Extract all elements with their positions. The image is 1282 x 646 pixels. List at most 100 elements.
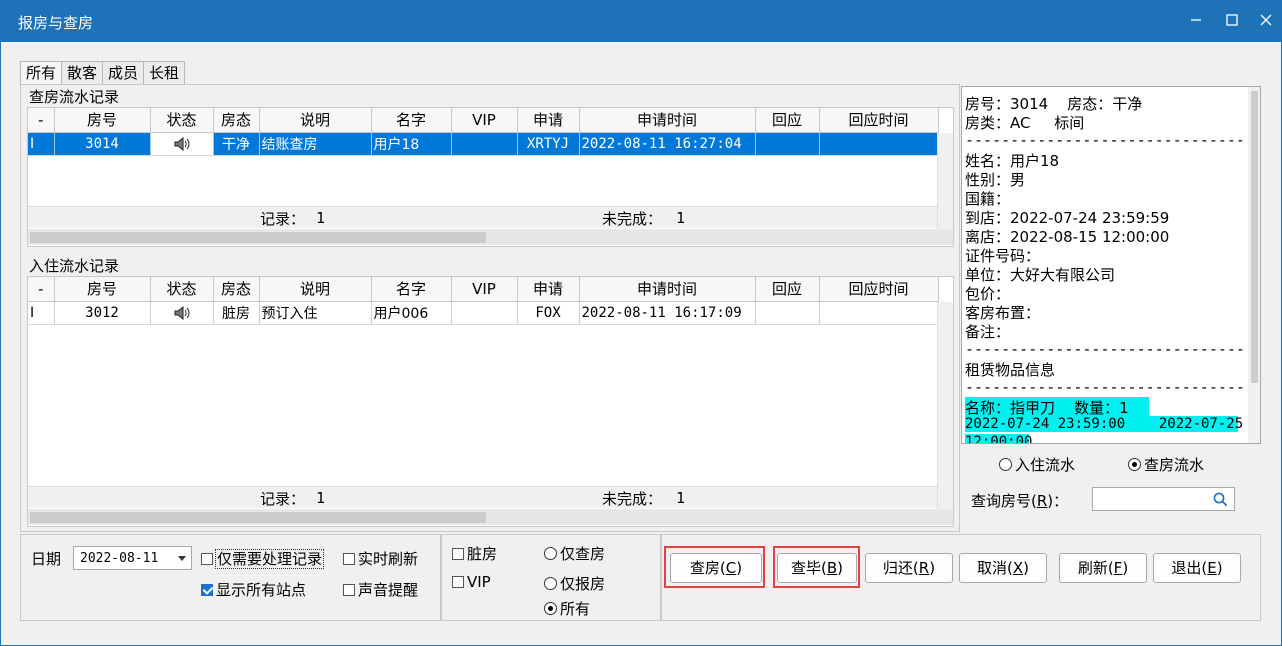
minimize-icon[interactable]: [1178, 6, 1214, 36]
info-room-state: 房号：3014 房态：干净: [965, 95, 1143, 113]
info-scrollbar[interactable]: [1248, 87, 1260, 443]
checkin-log-vscroll[interactable]: [937, 302, 953, 509]
checkbox-icon: [452, 576, 464, 588]
tab-member[interactable]: 成员: [102, 61, 145, 84]
col-applicant[interactable]: 申请: [517, 108, 580, 133]
info-separator: -------------------------------: [965, 378, 1245, 396]
search-icon[interactable]: [1213, 492, 1228, 507]
pending-value: 1: [676, 489, 686, 507]
checkbox-icon: [343, 584, 355, 596]
cell-vip: [451, 132, 518, 156]
close-icon[interactable]: [1248, 6, 1282, 36]
records-value: 1: [316, 209, 326, 227]
cell-desc: 结账查房: [259, 132, 372, 156]
cell-mark: I: [28, 132, 55, 156]
records-label: 记录：: [260, 210, 306, 228]
cell-desc: 预订入住: [259, 301, 372, 325]
info-rental-time: 2022-07-24 23:59:00 2022-07-25: [965, 416, 1244, 432]
cell-name: 用户18: [371, 132, 452, 156]
window-title: 报房与查房: [18, 14, 94, 32]
radio-icon: [999, 458, 1012, 471]
dirty-room-checkbox[interactable]: 脏房: [452, 543, 497, 564]
col-name[interactable]: 名字: [371, 277, 452, 302]
info-separator: -------------------------------: [965, 340, 1245, 358]
col-vip[interactable]: VIP: [451, 108, 518, 133]
only-todo-checkbox[interactable]: 仅需要处理记录: [201, 548, 325, 569]
tab-all[interactable]: 所有: [20, 61, 63, 85]
tab-strip: 所有 散客 成员 长租: [20, 61, 186, 85]
col-status[interactable]: 状态: [150, 277, 214, 302]
col-mark[interactable]: -: [28, 108, 55, 133]
date-picker[interactable]: 2022-08-11: [73, 546, 192, 570]
info-room-setup: 客房布置：: [965, 304, 1041, 322]
tab-longterm[interactable]: 长租: [143, 61, 186, 84]
cell-response-time: [819, 132, 939, 156]
col-mark[interactable]: -: [28, 277, 55, 302]
cancel-button[interactable]: 取消(X): [959, 553, 1047, 583]
records-value: 1: [316, 489, 326, 507]
radio-checked-icon: [544, 602, 557, 615]
chevron-down-icon[interactable]: [178, 556, 186, 561]
radio-icon: [544, 547, 557, 560]
info-company: 单位：大好大有限公司: [965, 266, 1116, 284]
vip-checkbox[interactable]: VIP: [452, 573, 491, 591]
realtime-refresh-checkbox[interactable]: 实时刷新: [343, 548, 418, 569]
search-input[interactable]: [1092, 487, 1235, 511]
cell-room: 3014: [54, 132, 151, 156]
col-vip[interactable]: VIP: [451, 277, 518, 302]
col-response[interactable]: 回应: [755, 108, 820, 133]
info-rental-item: 名称：指甲刀 数量：1: [965, 397, 1149, 418]
table-row[interactable]: I 3014 干净 结账查房 用户18 XRTYJ 2022-08-11 16:…: [28, 132, 939, 156]
col-room[interactable]: 房号: [54, 108, 151, 133]
check-log-hscroll[interactable]: [28, 229, 953, 245]
check-log-grid[interactable]: - 房号 状态 房态 说明 名字 VIP 申请 申请时间 回应 回应时间 I 3…: [27, 107, 954, 247]
col-state[interactable]: 房态: [213, 108, 260, 133]
cell-mark: I: [28, 301, 55, 325]
room-info-panel[interactable]: 房号：3014 房态：干净 房类：AC 标间 -----------------…: [961, 86, 1261, 444]
checkbox-checked-icon: [201, 584, 213, 596]
date-label: 日期: [31, 550, 62, 568]
info-remark: 备注：: [965, 323, 1011, 341]
radio-only-report[interactable]: 仅报房: [544, 573, 605, 594]
refresh-button[interactable]: 刷新(F): [1059, 553, 1147, 583]
info-departure: 离店：2022-08-15 12:00:00: [965, 228, 1170, 246]
col-desc[interactable]: 说明: [259, 108, 372, 133]
col-response[interactable]: 回应: [755, 277, 820, 302]
highlight-box: [773, 546, 860, 588]
check-log-header: - 房号 状态 房态 说明 名字 VIP 申请 申请时间 回应 回应时间: [28, 108, 939, 133]
pending-value: 1: [676, 209, 686, 227]
info-separator: -------------------------------: [965, 131, 1245, 149]
checkin-log-hscroll[interactable]: [28, 509, 953, 525]
check-log-vscroll[interactable]: [937, 133, 953, 229]
cell-applicant: FOX: [517, 301, 580, 325]
col-response-time[interactable]: 回应时间: [819, 277, 939, 302]
tab-walkin[interactable]: 散客: [61, 61, 104, 84]
col-status[interactable]: 状态: [150, 108, 214, 133]
col-room[interactable]: 房号: [54, 277, 151, 302]
info-room-type: 房类：AC 标间: [965, 114, 1085, 132]
exit-button[interactable]: 退出(E): [1153, 553, 1241, 583]
cell-status: [150, 301, 214, 325]
sound-alert-checkbox[interactable]: 声音提醒: [343, 579, 418, 600]
col-desc[interactable]: 说明: [259, 277, 372, 302]
show-all-stations-checkbox[interactable]: 显示所有站点: [201, 579, 306, 600]
maximize-icon[interactable]: [1214, 6, 1250, 36]
col-apply-time[interactable]: 申请时间: [579, 277, 756, 302]
radio-check-flow[interactable]: 查房流水: [1128, 454, 1204, 475]
radio-all[interactable]: 所有: [544, 598, 590, 619]
radio-checkin-flow[interactable]: 入住流水: [999, 454, 1075, 475]
col-response-time[interactable]: 回应时间: [819, 108, 939, 133]
cell-response: [755, 301, 820, 325]
info-id-number: 证件号码：: [965, 247, 1041, 265]
return-button[interactable]: 归还(R): [865, 553, 953, 583]
col-applicant[interactable]: 申请: [517, 277, 580, 302]
radio-only-check[interactable]: 仅查房: [544, 543, 605, 564]
speaker-icon: [174, 305, 189, 320]
checkin-log-footer: 记录： 1 未完成： 1: [28, 486, 937, 508]
records-label: 记录：: [260, 490, 306, 508]
col-state[interactable]: 房态: [213, 277, 260, 302]
col-name[interactable]: 名字: [371, 108, 452, 133]
col-apply-time[interactable]: 申请时间: [579, 108, 756, 133]
table-row[interactable]: I 3012 脏房 预订入住 用户006 FOX 2022-08-11 16:1…: [28, 301, 939, 325]
checkin-log-grid[interactable]: - 房号 状态 房态 说明 名字 VIP 申请 申请时间 回应 回应时间 I 3…: [27, 276, 954, 527]
